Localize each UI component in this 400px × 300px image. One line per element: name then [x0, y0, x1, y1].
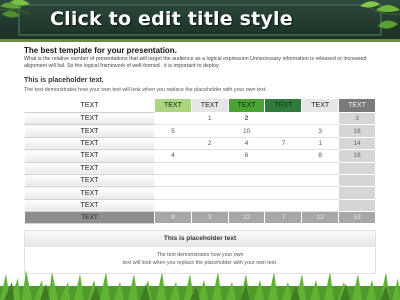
table-cell: TEXT	[24, 161, 155, 175]
table-cell	[154, 111, 192, 126]
table-cell: TEXT	[24, 111, 155, 126]
table-cell	[227, 198, 266, 213]
table-cell	[227, 173, 266, 188]
table-cell: 10	[227, 124, 266, 138]
table-cell: TEXT	[24, 173, 155, 188]
table-cell	[154, 136, 192, 151]
table-row: TEXT 5 10 3 18	[24, 124, 376, 138]
table-cell: TEXT	[24, 149, 155, 163]
table-row: TEXT 4 6 8 18	[24, 149, 376, 163]
table-cell	[154, 198, 192, 213]
table-cell	[264, 149, 303, 163]
table-footer-cell: 12	[301, 211, 340, 225]
table-cell: 2	[227, 111, 266, 126]
table-cell: 3	[301, 124, 340, 138]
table-cell	[301, 173, 340, 188]
table-cell	[301, 111, 340, 126]
table-footer-cell: TEXT	[24, 211, 155, 225]
table-cell: 18	[338, 124, 376, 138]
table-cell	[338, 198, 376, 213]
placeholder-heading: This is placeholder text.	[24, 77, 104, 84]
table-cell: 8	[301, 149, 340, 163]
table-cell	[301, 198, 340, 213]
table-cell	[227, 186, 266, 200]
intro-text: What is the relative number of presentat…	[24, 56, 367, 69]
table-cell: 5	[154, 124, 192, 138]
table-cell: TEXT	[24, 186, 155, 200]
table-cell	[264, 186, 303, 200]
table-header-cell: TEXT	[338, 98, 376, 113]
leaves-right-icon	[360, 1, 400, 29]
table-cell: 2	[190, 136, 229, 151]
table-footer-row: TEXT 9 3 22 7 12 53	[24, 211, 376, 225]
table-cell	[154, 186, 192, 200]
table-header-cell: TEXT	[227, 98, 266, 113]
table-cell	[264, 173, 303, 188]
table-row: TEXT	[24, 173, 376, 188]
slide-title[interactable]: Click to edit title style	[50, 8, 293, 30]
grass-decoration-icon	[0, 270, 400, 300]
table-cell	[190, 186, 229, 200]
table-cell: 4	[227, 136, 266, 151]
table-cell	[338, 173, 376, 188]
table-cell: 18	[338, 149, 376, 163]
table-cell: 4	[154, 149, 192, 163]
table-header-cell: TEXT	[190, 98, 229, 113]
table-cell	[190, 198, 229, 213]
table-header-row: TEXT TEXT TEXT TEXT TEXT TEXT TEXT	[24, 98, 376, 113]
slide: Click to edit title style The best templ…	[0, 0, 400, 300]
table-row: TEXT	[24, 186, 376, 200]
table-cell	[301, 161, 340, 175]
table-footer-cell: 3	[190, 211, 229, 225]
table-cell: 1	[301, 136, 340, 151]
placeholder-box-line: The text demonstrates how your own	[156, 252, 244, 258]
table-cell	[190, 161, 229, 175]
table-cell: TEXT	[24, 136, 155, 151]
table-cell	[338, 186, 376, 200]
table-row: TEXT	[24, 198, 376, 213]
table-cell	[227, 161, 266, 175]
placeholder-box-line: text will look when you replace the plac…	[122, 259, 278, 266]
table-header-cell: TEXT	[264, 98, 303, 113]
intro-heading: The best template for your presentation.	[24, 46, 177, 55]
table-cell: TEXT	[24, 124, 155, 138]
table-footer-cell: 9	[154, 211, 192, 225]
table-header-cell: TEXT	[301, 98, 340, 113]
table-cell	[264, 198, 303, 213]
table-header-cell: TEXT	[24, 98, 155, 113]
placeholder-box-text: The text demonstrates how your own text …	[25, 252, 375, 267]
table-header-cell: TEXT	[154, 98, 192, 113]
table-cell	[301, 186, 340, 200]
table-cell	[154, 161, 192, 175]
table-cell: 14	[338, 136, 376, 151]
placeholder-box-title: This is placeholder text	[25, 231, 375, 247]
table-cell: 3	[338, 111, 376, 126]
table-cell: 6	[227, 149, 266, 163]
table-cell	[190, 173, 229, 188]
data-table: TEXT TEXT TEXT TEXT TEXT TEXT TEXT TEXT …	[24, 98, 376, 225]
table-cell	[264, 111, 303, 126]
table-cell	[190, 149, 229, 163]
table-cell: TEXT	[24, 198, 155, 213]
table-cell	[338, 161, 376, 175]
table-cell: 7	[264, 136, 303, 151]
table-footer-cell: 53	[338, 211, 376, 225]
table-footer-cell: 7	[264, 211, 303, 225]
table-row: TEXT 2 4 7 1 14	[24, 136, 376, 151]
table-cell	[190, 124, 229, 138]
table-cell: 1	[190, 111, 229, 126]
table-cell	[264, 161, 303, 175]
table-row: TEXT	[24, 161, 376, 175]
title-board: Click to edit title style	[0, 0, 400, 42]
placeholder-text: The text demonstrates how your own text …	[24, 87, 267, 93]
table-cell	[154, 173, 192, 188]
table-cell	[264, 124, 303, 138]
table-row: TEXT 1 2 3	[24, 111, 376, 126]
table-footer-cell: 22	[227, 211, 266, 225]
